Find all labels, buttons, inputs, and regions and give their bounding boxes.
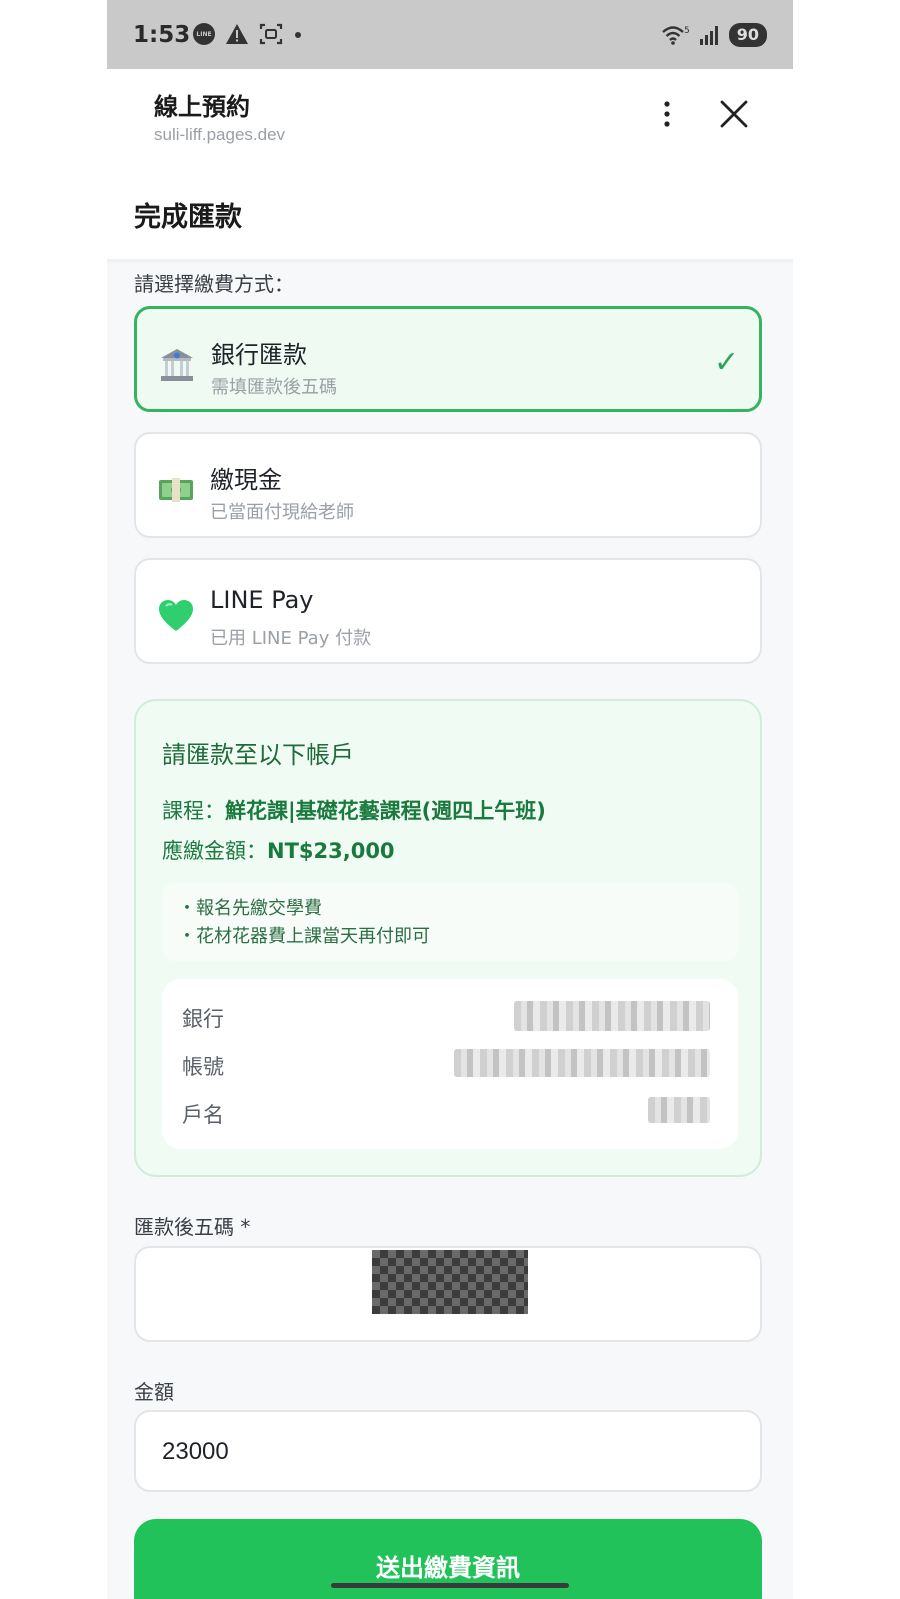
account-holder-label: 戶名 xyxy=(182,1103,224,1127)
last5-digits-redacted xyxy=(372,1250,528,1314)
warning-icon xyxy=(226,24,248,44)
remittance-heading: 請匯款至以下帳戶 xyxy=(162,741,354,769)
close-icon[interactable] xyxy=(719,99,749,129)
option-subtitle: 已用 LINE Pay 付款 xyxy=(210,628,372,649)
option-subtitle: 需填匯款後五碼 xyxy=(211,377,337,398)
green-heart-icon xyxy=(159,600,193,631)
network-badge: 5 xyxy=(684,26,690,36)
option-subtitle: 已當面付現給老師 xyxy=(210,502,354,523)
amount-due-label: 應繳金額： xyxy=(162,839,267,863)
cash-icon xyxy=(159,478,193,502)
account-holder-redacted xyxy=(648,1097,710,1123)
wifi-icon: 5 xyxy=(661,26,690,45)
payment-method-label: 請選擇繳費方式： xyxy=(134,272,294,296)
account-number-redacted xyxy=(454,1049,710,1077)
amount-due-line: 應繳金額：NT$23,000 xyxy=(162,835,395,865)
amount-input-value: 23000 xyxy=(162,1438,229,1465)
battery-indicator: 90 xyxy=(728,23,767,47)
last5-digits-label: 匯款後五碼 * xyxy=(134,1215,251,1239)
option-title: 銀行匯款 xyxy=(211,341,307,369)
payment-option-cash[interactable]: 繳現金 已當面付現給老師 xyxy=(134,432,762,538)
line-app-icon: LINE xyxy=(193,23,215,45)
payment-option-line-pay[interactable]: LINE Pay 已用 LINE Pay 付款 xyxy=(134,558,762,664)
amount-input[interactable]: 23000 xyxy=(134,1410,762,1492)
checkmark-icon: ✓ xyxy=(713,345,739,380)
status-bar: 1:53 LINE 5 90 xyxy=(107,0,793,69)
remittance-info-panel: 請匯款至以下帳戶 課程：鮮花課|基礎花藝課程(週四上午班) 應繳金額：NT$23… xyxy=(134,699,762,1177)
header-divider xyxy=(107,259,793,265)
bank-name-redacted xyxy=(514,1001,710,1031)
amount-due-value: NT$23,000 xyxy=(267,839,395,863)
status-right: 5 90 xyxy=(661,23,767,47)
option-title: LINE Pay xyxy=(210,586,314,614)
dot-icon xyxy=(295,32,301,38)
payment-option-bank-transfer[interactable]: 銀行匯款 需填匯款後五碼 ✓ xyxy=(134,306,762,412)
note-item: ・花材花器費上課當天再付即可 xyxy=(178,926,430,947)
note-item: ・報名先繳交學費 xyxy=(178,898,322,919)
header-url: suli-liff.pages.dev xyxy=(154,125,286,144)
header-title: 線上預約 xyxy=(154,93,250,121)
course-line: 課程：鮮花課|基礎花藝課程(週四上午班) xyxy=(162,795,546,825)
more-options-icon[interactable] xyxy=(655,99,679,129)
course-value: 鮮花課|基礎花藝課程(週四上午班) xyxy=(225,799,546,823)
course-label: 課程： xyxy=(162,799,225,823)
app-screen: 1:53 LINE 5 90 線上預約 suli-liff.pages.dev … xyxy=(107,0,793,1599)
last5-digits-input[interactable] xyxy=(134,1246,762,1342)
signal-icon xyxy=(699,26,718,45)
bank-account-card: 銀行 帳號 戶名 xyxy=(162,979,738,1149)
amount-label: 金額 xyxy=(134,1380,174,1404)
notification-icons: LINE xyxy=(193,23,303,45)
page-title: 完成匯款 xyxy=(134,202,242,233)
app-header: 線上預約 suli-liff.pages.dev 完成匯款 xyxy=(107,69,793,259)
account-number-label: 帳號 xyxy=(182,1055,224,1079)
option-title: 繳現金 xyxy=(210,466,282,494)
status-time: 1:53 xyxy=(133,22,191,48)
home-indicator[interactable] xyxy=(331,1583,569,1588)
bank-icon xyxy=(161,349,193,381)
bank-name-label: 銀行 xyxy=(182,1007,224,1031)
screenshot-icon xyxy=(259,23,283,45)
payment-notes: ・報名先繳交學費 ・花材花器費上課當天再付即可 xyxy=(162,883,738,961)
